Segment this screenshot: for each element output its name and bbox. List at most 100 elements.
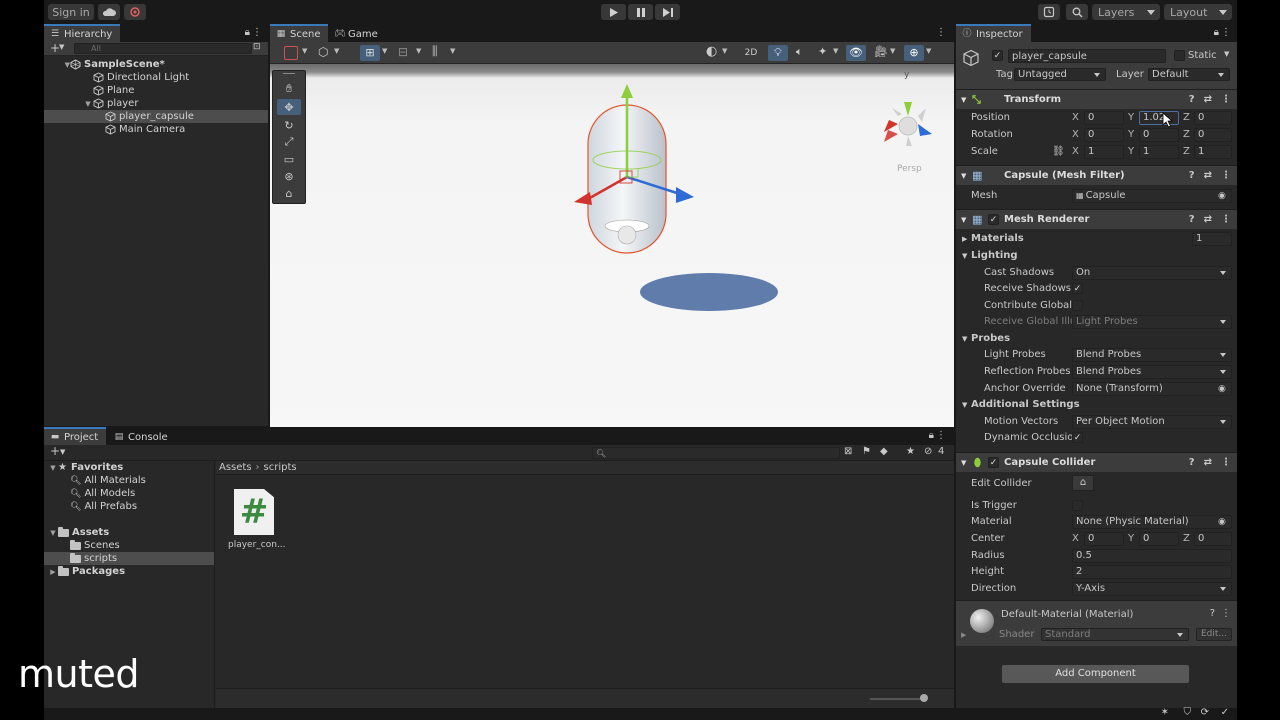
sign-in-button[interactable]: Sign in [48,4,94,20]
chevron-down-icon[interactable]: ▼ [450,47,455,55]
expand-arrow-icon[interactable]: ▼ [961,459,966,467]
probes-section[interactable]: ▼ Probes [956,330,1237,347]
history-icon[interactable] [1038,4,1060,20]
pause-button[interactable] [628,4,653,20]
scene-visibility-icon[interactable]: 👁︎ [846,45,866,61]
object-picker-icon[interactable]: ◉ [1218,191,1226,201]
radius-input[interactable]: 0.5 [1072,548,1232,563]
chevron-down-icon[interactable]: ▼ [59,43,64,51]
help-icon[interactable]: ? [1189,94,1195,105]
anchor-override-field[interactable]: None (Transform) [1072,381,1232,396]
lighting-section[interactable]: ▼ Lighting [956,247,1237,264]
hierarchy-item-samplescene[interactable]: ▼ SampleScene* [44,58,268,71]
help-icon[interactable]: ? [1210,608,1215,619]
search-by-label-icon[interactable]: ⚑ [862,446,871,457]
kebab-menu-icon[interactable]: ⋮ [1221,608,1231,619]
chevron-down-icon[interactable]: ▼ [926,47,931,55]
orientation-gizmo[interactable] [884,102,932,146]
step-button[interactable] [655,4,680,20]
position-z-input[interactable]: 0 [1194,110,1232,125]
graduation-icon[interactable]: ⛉ [1184,707,1192,718]
favorite-star-icon[interactable]: ★ [906,446,915,457]
project-search-input[interactable]: 🔍︎ [592,447,840,459]
shading-cube-icon[interactable]: ⬡ [318,45,328,59]
overlay-drag-handle[interactable] [283,73,295,74]
add-plus-icon[interactable]: + [50,444,60,458]
tree-item-favorites[interactable]: ▼ ★ Favorites [44,461,214,474]
chevron-down-icon[interactable]: ▼ [722,47,727,55]
receive-shadows-checkbox[interactable]: ✓ [1072,283,1083,294]
reflection-probes-dropdown[interactable]: Blend Probes [1072,364,1232,379]
scale-x-input[interactable]: 1 [1084,144,1124,159]
layout-dropdown[interactable]: Layout [1164,4,1232,20]
object-picker-icon[interactable]: ◉ [1218,517,1226,527]
tree-item-scripts[interactable]: scripts [44,552,214,565]
collapse-arrow-icon[interactable]: ▶ [962,235,967,243]
additional-settings-section[interactable]: ▼ Additional Settings [956,396,1237,413]
tree-item-all-prefabs[interactable]: 🔍︎ All Prefabs [44,500,214,513]
lock-icon[interactable]: 🔒︎ [929,430,934,441]
dynamic-occlusion-checkbox[interactable]: ✓ [1072,432,1083,443]
rect-tool-icon[interactable]: ▭ [277,151,301,167]
progress-icon[interactable]: ⟳ [1201,707,1209,718]
preset-icon[interactable]: ⇄ [1204,170,1212,181]
persp-label[interactable]: Persp [897,164,922,174]
kebab-menu-icon[interactable]: ⋮ [1221,457,1231,468]
icon-size-slider-track[interactable] [870,698,926,700]
breadcrumb-assets[interactable]: Assets [219,462,252,473]
hidden-packages-icon[interactable]: ⊘ [924,446,932,457]
audio-toggle-icon[interactable]: 🔈︎ [796,45,803,59]
expand-arrow-icon[interactable]: ▼ [962,401,967,409]
expand-arrow-icon[interactable]: ▼ [961,172,966,180]
gizmos-icon[interactable]: ⊕ [904,45,924,61]
active-checkbox[interactable]: ✓ [992,50,1003,61]
collapse-arrow-icon[interactable]: ▶ [961,631,966,639]
move-gizmo-y-arrow[interactable] [621,84,633,98]
contribute-gi-checkbox[interactable] [1072,300,1083,311]
mesh-object-field[interactable]: ▦ Capsule [1072,188,1232,203]
move-gizmo-x-arrow[interactable] [574,192,592,205]
kebab-menu-icon[interactable]: ⋮ [936,430,946,441]
expand-arrow-icon[interactable]: ▼ [961,216,966,224]
preset-icon[interactable]: ⇄ [1204,214,1212,225]
expand-arrow-icon[interactable]: ▼ [962,335,967,343]
check-circle-icon[interactable]: ✓ [1221,707,1229,718]
transform-tool-icon[interactable]: ⊛ [277,168,301,184]
expand-arrow-icon[interactable]: ▼ [48,529,58,537]
kebab-menu-icon[interactable]: ⋮ [1221,170,1231,181]
tab-inspector[interactable]: ⓘ Inspector [956,24,1031,42]
tab-scene[interactable]: ▦ Scene [270,24,329,42]
hierarchy-item-plane[interactable]: Plane [44,84,268,97]
help-icon[interactable]: ? [1189,214,1195,225]
chevron-down-icon[interactable]: ▼ [890,47,895,55]
help-icon[interactable]: ? [1189,457,1195,468]
cast-shadows-dropdown[interactable]: On [1072,265,1232,280]
custom-tool-icon[interactable]: ⌂ [277,185,301,201]
move-gizmo-z-arrow[interactable] [676,187,694,203]
is-trigger-checkbox[interactable] [1072,500,1083,511]
motion-vectors-dropdown[interactable]: Per Object Motion [1072,414,1232,429]
tree-item-all-models[interactable]: 🔍︎ All Models [44,487,214,500]
hierarchy-item-player[interactable]: ▼ player [44,97,268,110]
expand-arrow-icon[interactable]: ▼ [83,100,93,108]
hierarchy-item-main-camera[interactable]: Main Camera [44,123,268,136]
align-icon[interactable]: ⫼ [432,44,438,59]
bug-icon[interactable]: ✶ [1161,707,1169,718]
effects-toggle-icon[interactable]: ✦ [818,45,827,58]
chevron-down-icon[interactable]: ▼ [302,47,307,55]
tab-hierarchy[interactable]: ☰ Hierarchy [44,24,121,42]
chevron-down-icon[interactable]: ▼ [382,47,387,55]
hierarchy-item-directional-light[interactable]: Directional Light [44,71,268,84]
constrain-proportions-icon[interactable]: ⛓ [1052,146,1065,157]
tab-game[interactable]: 🎮︎ Game [328,24,386,42]
render-mode-icon[interactable]: ◐ [706,44,717,59]
expand-arrow-icon[interactable]: ▼ [961,96,966,104]
shader-dropdown[interactable]: Standard [1041,628,1189,641]
capsule-collider-header[interactable]: ▼ ⬮ ✓ Capsule Collider ? ⇄ ⋮ [956,452,1237,472]
tree-item-assets[interactable]: ▼ Assets [44,526,214,539]
tree-item-scenes[interactable]: Scenes [44,539,214,552]
mesh-renderer-enabled-checkbox[interactable]: ✓ [988,214,999,225]
lock-icon[interactable]: 🔒︎ [1214,27,1219,38]
kebab-menu-icon[interactable]: ⋮ [252,27,262,38]
rotation-x-input[interactable]: 0 [1084,127,1124,142]
